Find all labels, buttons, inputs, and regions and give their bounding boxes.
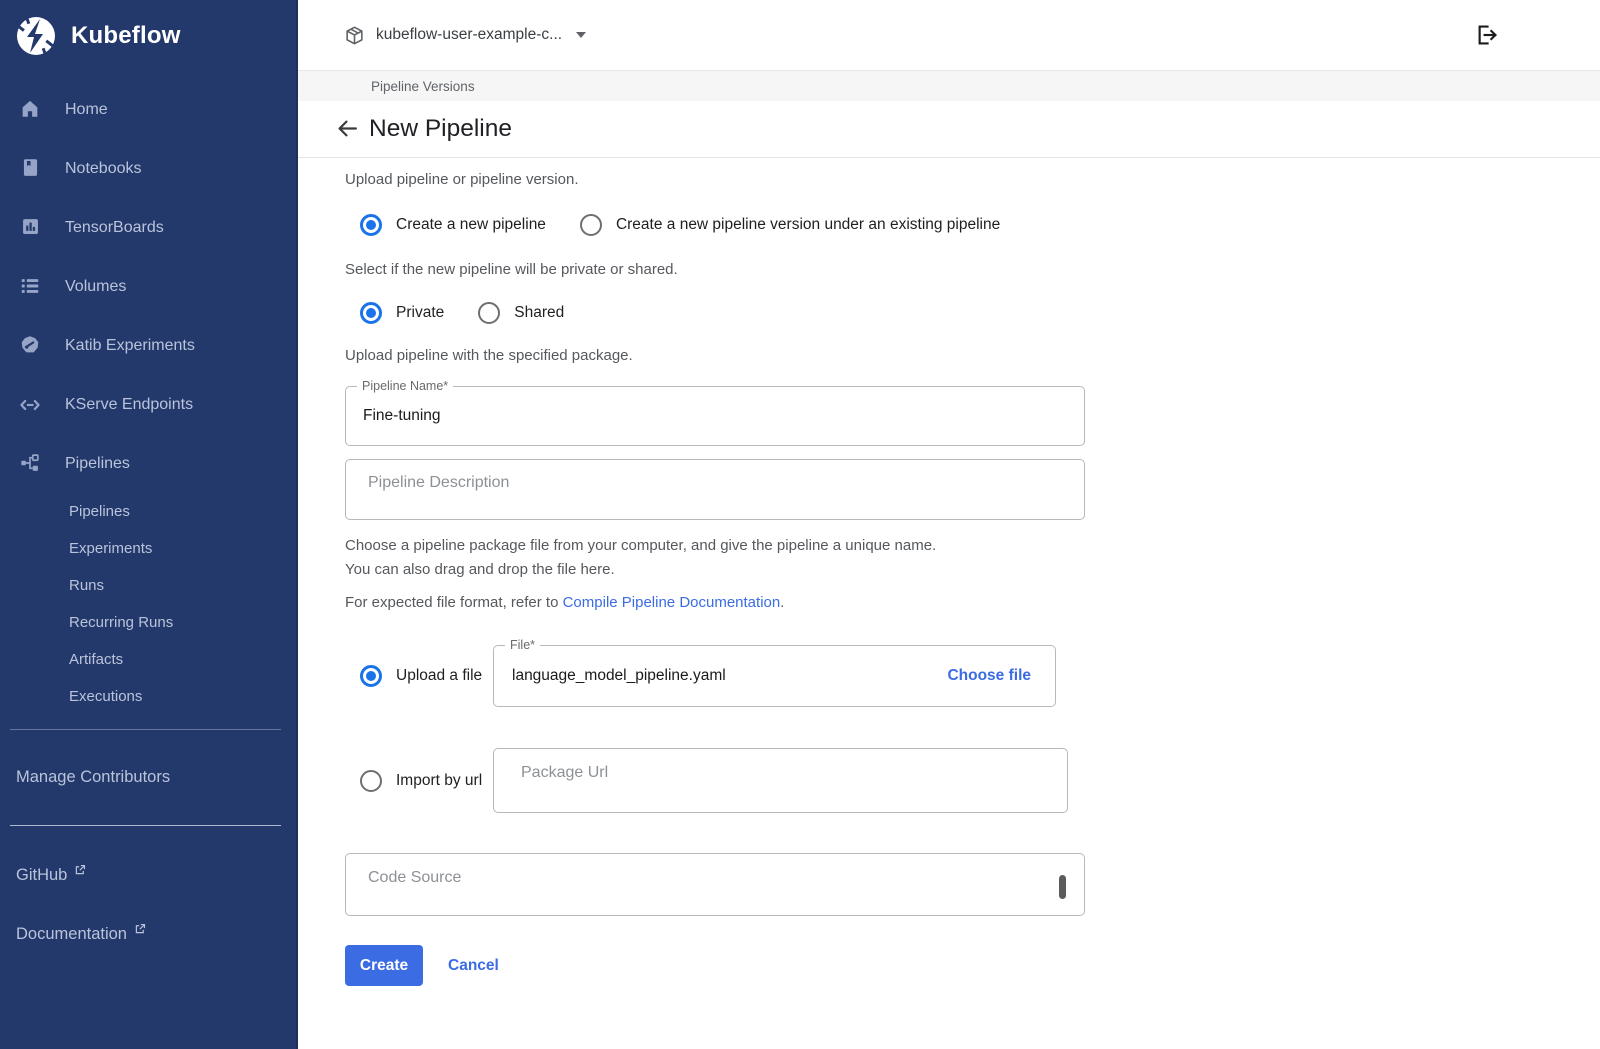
radio-create-new-pipeline[interactable]: Create a new pipeline [360, 214, 546, 236]
sidebar-divider [10, 729, 281, 730]
sidebar-link-github[interactable]: GitHub [0, 866, 296, 885]
page-title: New Pipeline [369, 115, 512, 143]
home-icon [18, 98, 42, 122]
radio-unselected-icon [580, 214, 602, 236]
logo-text: Kubeflow [71, 22, 181, 50]
radio-unselected-icon [478, 302, 500, 324]
back-button[interactable] [335, 116, 361, 142]
import-url-row: Import by url Package Url [360, 748, 1600, 813]
kubeflow-app: Kubeflow Home Notebooks TensorBoards [0, 0, 1600, 1049]
cube-icon [344, 25, 365, 46]
pipeline-name-label: Pipeline Name* [357, 378, 453, 394]
breadcrumb: Pipeline Versions [298, 71, 1600, 101]
sidebar-item-pipelines[interactable]: Pipelines [0, 434, 296, 493]
visibility-help: Select if the new pipeline will be priva… [345, 260, 1600, 280]
radio-unselected-icon [360, 770, 382, 792]
sidebar-item-label: Katib Experiments [65, 337, 195, 355]
sidebar-item-label: Pipelines [65, 455, 130, 473]
namespace-name: kubeflow-user-example-c... [376, 26, 562, 44]
kubeflow-logo[interactable]: Kubeflow [0, 0, 296, 58]
compile-docs-link[interactable]: Compile Pipeline Documentation [563, 594, 781, 611]
code-source-input[interactable]: Code Source [345, 853, 1085, 916]
katib-icon [18, 334, 42, 358]
cancel-button[interactable]: Cancel [448, 957, 499, 975]
kubeflow-logo-icon [14, 14, 58, 58]
logout-button[interactable] [1474, 22, 1500, 48]
pipelines-subnav: Pipelines Experiments Runs Recurring Run… [0, 493, 296, 715]
pipeline-name-input[interactable]: Pipeline Name* Fine-tuning [345, 386, 1085, 446]
upload-file-row: Upload a file File* language_model_pipel… [360, 645, 1600, 707]
upload-file-label: Upload a file [396, 667, 493, 685]
file-field-label: File* [505, 637, 540, 653]
pipeline-description-placeholder: Pipeline Description [368, 474, 509, 491]
sidebar-item-label: Home [65, 101, 108, 119]
radio-import-url[interactable] [360, 770, 382, 792]
upload-type-radio-group: Create a new pipeline Create a new pipel… [360, 204, 1600, 246]
new-pipeline-form: Upload pipeline or pipeline version. Cre… [298, 158, 1600, 1049]
choose-file-button[interactable]: Choose file [947, 667, 1031, 685]
sidebar-item-katib[interactable]: Katib Experiments [0, 316, 296, 375]
sidebar-item-manage-contributors[interactable]: Manage Contributors [0, 768, 296, 787]
sidebar-subitem-experiments[interactable]: Experiments [0, 530, 296, 567]
sidebar-subitem-pipelines[interactable]: Pipelines [0, 493, 296, 530]
radio-selected-icon [360, 665, 382, 687]
main-area: kubeflow-user-example-c... Pipeline Vers… [298, 0, 1600, 1049]
sidebar-item-label: Volumes [65, 278, 126, 296]
package-help: Upload pipeline with the specified packa… [345, 346, 1600, 366]
tensorboards-icon [18, 216, 42, 240]
sidebar-item-label: Notebooks [65, 160, 142, 178]
sidebar-item-volumes[interactable]: Volumes [0, 257, 296, 316]
sidebar-item-label: TensorBoards [65, 219, 164, 237]
sidebar-subitem-runs[interactable]: Runs [0, 567, 296, 604]
file-input[interactable]: File* language_model_pipeline.yaml Choos… [493, 645, 1056, 707]
radio-upload-file[interactable] [360, 665, 382, 687]
visibility-radio-group: Private Shared [360, 292, 1600, 334]
sidebar-link-label: Documentation [16, 925, 127, 944]
sidebar-subitem-recurring-runs[interactable]: Recurring Runs [0, 604, 296, 641]
top-toolbar: kubeflow-user-example-c... [298, 0, 1600, 71]
radio-private[interactable]: Private [360, 302, 444, 324]
namespace-selector[interactable]: kubeflow-user-example-c... [344, 25, 586, 46]
notebooks-icon [18, 157, 42, 181]
create-button[interactable]: Create [345, 945, 423, 986]
form-actions: Create Cancel [345, 945, 1600, 986]
format-help: For expected file format, refer to Compi… [345, 594, 1600, 611]
scrollbar-thumb[interactable] [1059, 875, 1066, 899]
external-link-icon [74, 864, 86, 876]
chevron-down-icon [576, 32, 586, 38]
file-name-value: language_model_pipeline.yaml [512, 667, 947, 685]
sidebar-divider [10, 825, 281, 826]
sidebar-link-documentation[interactable]: Documentation [0, 925, 296, 944]
kserve-icon [18, 393, 42, 417]
volumes-icon [18, 275, 42, 299]
package-url-placeholder: Package Url [521, 764, 608, 781]
upload-type-help: Upload pipeline or pipeline version. [345, 170, 1600, 190]
external-link-icon [134, 923, 146, 935]
code-source-placeholder: Code Source [368, 869, 461, 886]
sidebar-item-notebooks[interactable]: Notebooks [0, 139, 296, 198]
page-header: New Pipeline [298, 101, 1600, 158]
radio-create-new-version[interactable]: Create a new pipeline version under an e… [580, 214, 1000, 236]
breadcrumb-label: Pipeline Versions [371, 79, 475, 94]
sidebar-subitem-executions[interactable]: Executions [0, 678, 296, 715]
sidebar-item-kserve[interactable]: KServe Endpoints [0, 375, 296, 434]
sidebar-item-tensorboards[interactable]: TensorBoards [0, 198, 296, 257]
file-help: Choose a pipeline package file from your… [345, 534, 1600, 582]
sidebar-nav: Home Notebooks TensorBoards Volumes [0, 80, 296, 715]
radio-shared[interactable]: Shared [478, 302, 564, 324]
pipeline-name-value: Fine-tuning [363, 407, 441, 425]
sidebar-item-home[interactable]: Home [0, 80, 296, 139]
sidebar: Kubeflow Home Notebooks TensorBoards [0, 0, 298, 1049]
pipelines-icon [18, 452, 42, 476]
radio-selected-icon [360, 214, 382, 236]
sidebar-subitem-artifacts[interactable]: Artifacts [0, 641, 296, 678]
pipeline-description-input[interactable]: Pipeline Description [345, 459, 1085, 520]
sidebar-link-label: GitHub [16, 866, 67, 885]
sidebar-item-label: KServe Endpoints [65, 396, 193, 414]
import-url-label: Import by url [396, 772, 493, 790]
radio-selected-icon [360, 302, 382, 324]
package-url-input[interactable]: Package Url [493, 748, 1068, 813]
